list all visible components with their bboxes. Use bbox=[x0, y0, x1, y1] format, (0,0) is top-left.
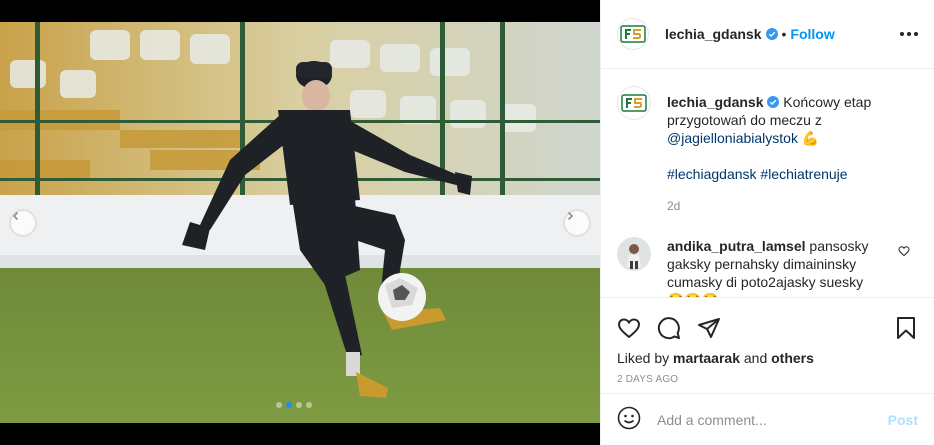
post-date[interactable]: 2 days ago bbox=[601, 366, 934, 385]
caption-username[interactable]: lechia_gdansk bbox=[667, 94, 764, 110]
add-comment-bar: Post bbox=[601, 393, 934, 445]
comment-username[interactable]: andika_putra_lamsel bbox=[667, 238, 806, 254]
comment-bubble-icon bbox=[657, 317, 680, 340]
post-comment-button[interactable]: Post bbox=[888, 412, 918, 428]
caption-emoji: 💪 bbox=[801, 130, 820, 146]
heart-icon bbox=[617, 318, 641, 339]
smiley-icon bbox=[617, 406, 641, 430]
follow-button[interactable]: Follow bbox=[790, 26, 834, 42]
comment-like-heart-icon[interactable] bbox=[898, 245, 910, 257]
verified-badge-icon bbox=[767, 96, 780, 108]
post-photo[interactable] bbox=[0, 0, 600, 445]
caption-mention[interactable]: @jagielloniabialystok bbox=[667, 130, 798, 146]
likes-joiner: and bbox=[739, 350, 772, 366]
carousel-next-button[interactable] bbox=[565, 211, 589, 235]
training-photo bbox=[0, 0, 600, 445]
carousel-dot-active bbox=[286, 402, 292, 408]
lechia-logo-icon bbox=[621, 94, 647, 112]
post-header: lechia_gdansk • Follow bbox=[601, 0, 934, 69]
commenter-avatar[interactable] bbox=[617, 237, 651, 271]
caption: lechia_gdansk Końcowy etap przygotowań d… bbox=[617, 86, 918, 215]
comments-area[interactable]: lechia_gdansk Końcowy etap przygotowań d… bbox=[601, 70, 934, 298]
liked-by-user-link[interactable]: martaarak bbox=[673, 350, 740, 366]
lechia-logo-icon bbox=[620, 25, 646, 43]
action-bar bbox=[601, 298, 934, 346]
carousel-dot bbox=[296, 402, 302, 408]
hashtag-link[interactable]: #lechiagdansk bbox=[667, 166, 757, 182]
carousel-prev-button[interactable] bbox=[11, 211, 35, 235]
comment-item: andika_putra_lamsel pansosky gaksky pern… bbox=[617, 237, 918, 298]
carousel-dot bbox=[276, 402, 282, 408]
likes-prefix: Liked by bbox=[617, 350, 674, 366]
comment-button[interactable] bbox=[657, 316, 681, 340]
post-actions-section: Liked by martaarak and others 2 days ago bbox=[601, 297, 934, 385]
like-button[interactable] bbox=[617, 316, 641, 340]
header-separator: • bbox=[781, 26, 787, 42]
more-options-button[interactable] bbox=[900, 32, 918, 36]
paper-plane-icon bbox=[698, 318, 720, 338]
header-username[interactable]: lechia_gdansk bbox=[665, 26, 762, 42]
share-button[interactable] bbox=[697, 316, 721, 340]
chevron-left-icon bbox=[12, 211, 19, 221]
profile-avatar[interactable] bbox=[617, 18, 649, 50]
caption-time[interactable]: 2d bbox=[667, 197, 917, 215]
caption-avatar[interactable] bbox=[617, 86, 651, 120]
save-button[interactable] bbox=[894, 316, 918, 340]
carousel-dots bbox=[276, 402, 312, 408]
likes-others-link[interactable]: others bbox=[771, 350, 814, 366]
bookmark-icon bbox=[897, 317, 915, 339]
comment-body: andika_putra_lamsel pansosky gaksky pern… bbox=[667, 237, 897, 298]
more-options-icon bbox=[900, 32, 904, 36]
likes-summary: Liked by martaarak and others bbox=[601, 346, 934, 366]
carousel-dot bbox=[306, 402, 312, 408]
avatar bbox=[617, 237, 651, 271]
chevron-right-icon bbox=[567, 211, 574, 221]
caption-body: lechia_gdansk Końcowy etap przygotowań d… bbox=[667, 93, 917, 215]
hashtag-link[interactable]: #lechiatrenuje bbox=[760, 166, 847, 182]
emoji-picker-button[interactable] bbox=[617, 406, 641, 433]
post-side-panel: lechia_gdansk • Follow lechia_gdansk Koń… bbox=[600, 0, 934, 445]
comment-input[interactable] bbox=[657, 411, 888, 428]
verified-badge-icon bbox=[765, 28, 778, 40]
